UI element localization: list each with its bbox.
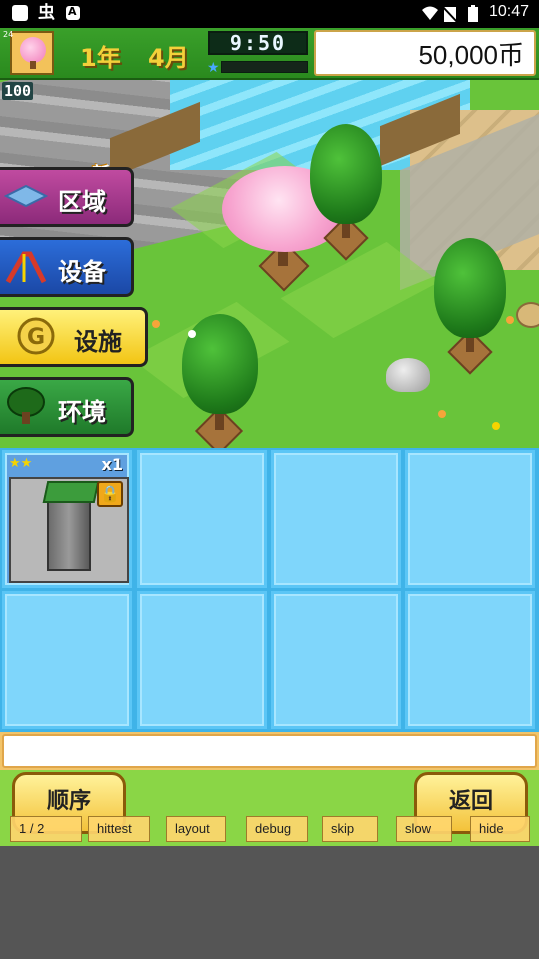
game-clock: 9:50 [208,31,308,55]
status-time: 10:47 [488,3,529,20]
item-grid: ★★ x1 🔒 [0,448,539,732]
money-display: 50,000币 [314,30,536,76]
green-tree[interactable] [434,238,506,375]
flower [438,410,446,418]
exp-bar [221,61,308,73]
empty-area [0,846,539,959]
sakura-icon [20,37,46,63]
flower [492,422,500,430]
top-hud: 24 1年 4月 9:50 ★ 50,000币 [0,28,539,80]
empty-slot[interactable] [137,591,267,729]
hide-button[interactable]: hide [470,816,530,842]
skip-button[interactable]: skip [322,816,378,842]
battery-icon [468,5,478,22]
empty-slot[interactable] [405,450,535,588]
avatar[interactable]: 24 [3,30,54,75]
item-slot[interactable]: ★★ x1 🔒 [2,450,132,588]
facility-button[interactable]: G 设施 [0,307,148,367]
slow-button[interactable]: slow [396,816,452,842]
svg-text:G: G [27,325,45,350]
bug-icon: 虫 [38,3,55,23]
environment-button[interactable]: 环境 [0,377,134,437]
empty-slot[interactable] [271,591,401,729]
year-label: 1年 [80,44,121,72]
hittest-button[interactable]: hittest [88,816,150,842]
month-label: 4月 [148,44,189,72]
layout-button[interactable]: layout [166,816,226,842]
rarity-stars: ★★ [9,456,33,471]
tree-stump[interactable] [516,302,539,328]
equipment-label: 设备 [58,258,106,286]
item-count: x1 [101,455,123,474]
rock[interactable] [386,358,430,392]
star-icon: ★ [207,60,220,76]
app-icon [12,5,28,21]
area-label: 区域 [58,188,106,216]
a-icon [66,5,80,20]
debug-button[interactable]: debug [246,816,308,842]
wifi-icon [422,6,438,20]
gold-coin-icon: G [17,317,55,355]
empty-slot[interactable] [2,591,132,729]
lock-icon: 🔒 [97,481,123,507]
empty-slot[interactable] [405,591,535,729]
status-bar: 虫 10:47 [0,0,539,28]
avatar-badge: 24 [3,30,14,39]
area-tile-icon [4,184,48,208]
level-badge: 100 [2,82,34,100]
page-indicator: 1 / 2 [10,816,82,842]
description-text [2,734,537,768]
flower [188,330,196,338]
equipment-button[interactable]: 设备 [0,237,134,297]
empty-slot[interactable] [271,450,401,588]
flower [152,320,160,328]
empty-slot[interactable] [137,450,267,588]
slide-icon [5,251,47,284]
description-bar [0,732,539,770]
green-tree[interactable] [310,124,382,261]
flower [506,316,514,324]
environment-label: 环境 [58,398,106,426]
tree-icon [7,387,45,424]
facility-label: 设施 [74,328,122,356]
no-sim-icon [441,5,459,24]
area-button[interactable]: 区域 [0,167,134,227]
sakura-trunk [30,61,36,69]
